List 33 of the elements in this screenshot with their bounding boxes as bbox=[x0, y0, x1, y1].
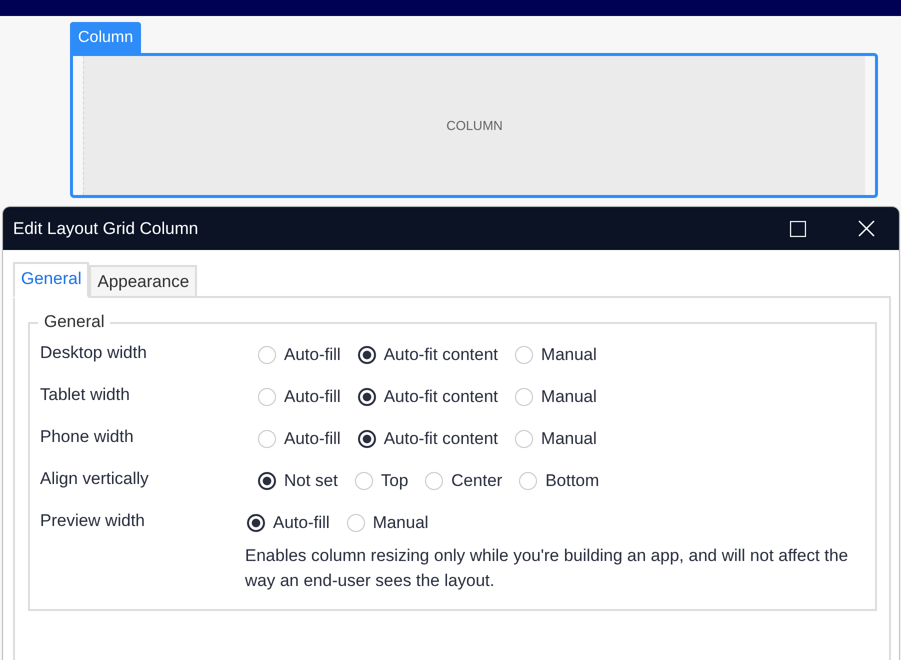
radio-label[interactable]: Top bbox=[380, 471, 408, 491]
field-label: Tablet width bbox=[40, 384, 131, 406]
field-label: Phone width bbox=[40, 426, 135, 448]
column-placeholder: COLUMN bbox=[446, 118, 503, 133]
field-label: Preview width bbox=[40, 510, 146, 532]
radio-label[interactable]: Auto-fill bbox=[284, 429, 341, 449]
radio-label[interactable]: Not set bbox=[284, 471, 338, 491]
radio-label[interactable]: Auto-fit content bbox=[384, 429, 498, 449]
help-text: Enables column resizing only while you're building an app, and will not affect the way an end-user sees the layout. bbox=[245, 545, 850, 592]
close-icon[interactable] bbox=[858, 220, 875, 237]
radio-button[interactable] bbox=[358, 346, 376, 364]
radio-label[interactable]: Auto-fit content bbox=[384, 387, 498, 407]
radio-label[interactable]: Manual bbox=[372, 513, 428, 533]
tab[interactable]: General bbox=[13, 262, 90, 298]
radio-label[interactable]: Manual bbox=[541, 387, 597, 407]
radio-label[interactable]: Manual bbox=[541, 429, 597, 449]
radio-button[interactable] bbox=[258, 472, 276, 490]
radio-label[interactable]: Auto-fill bbox=[284, 387, 341, 407]
radio-button[interactable] bbox=[358, 430, 376, 448]
field-label: Align vertically bbox=[40, 468, 150, 490]
column-container[interactable]: COLUMN bbox=[70, 53, 878, 198]
radio-label[interactable]: Manual bbox=[541, 345, 597, 365]
tab[interactable]: Appearance bbox=[89, 265, 198, 296]
radio-label[interactable]: Auto-fill bbox=[284, 345, 341, 365]
radio-label[interactable]: Bottom bbox=[545, 471, 600, 491]
radio-button[interactable] bbox=[358, 388, 376, 406]
radio-button[interactable] bbox=[247, 514, 265, 532]
radio-label[interactable]: Auto-fit content bbox=[384, 345, 498, 365]
field-label: Desktop width bbox=[40, 342, 148, 364]
radio-label[interactable]: Auto-fill bbox=[273, 513, 330, 533]
window-title: Edit Layout Grid Column bbox=[13, 218, 200, 238]
radio-label[interactable]: Center bbox=[451, 471, 502, 491]
maximize-icon[interactable] bbox=[790, 220, 806, 236]
